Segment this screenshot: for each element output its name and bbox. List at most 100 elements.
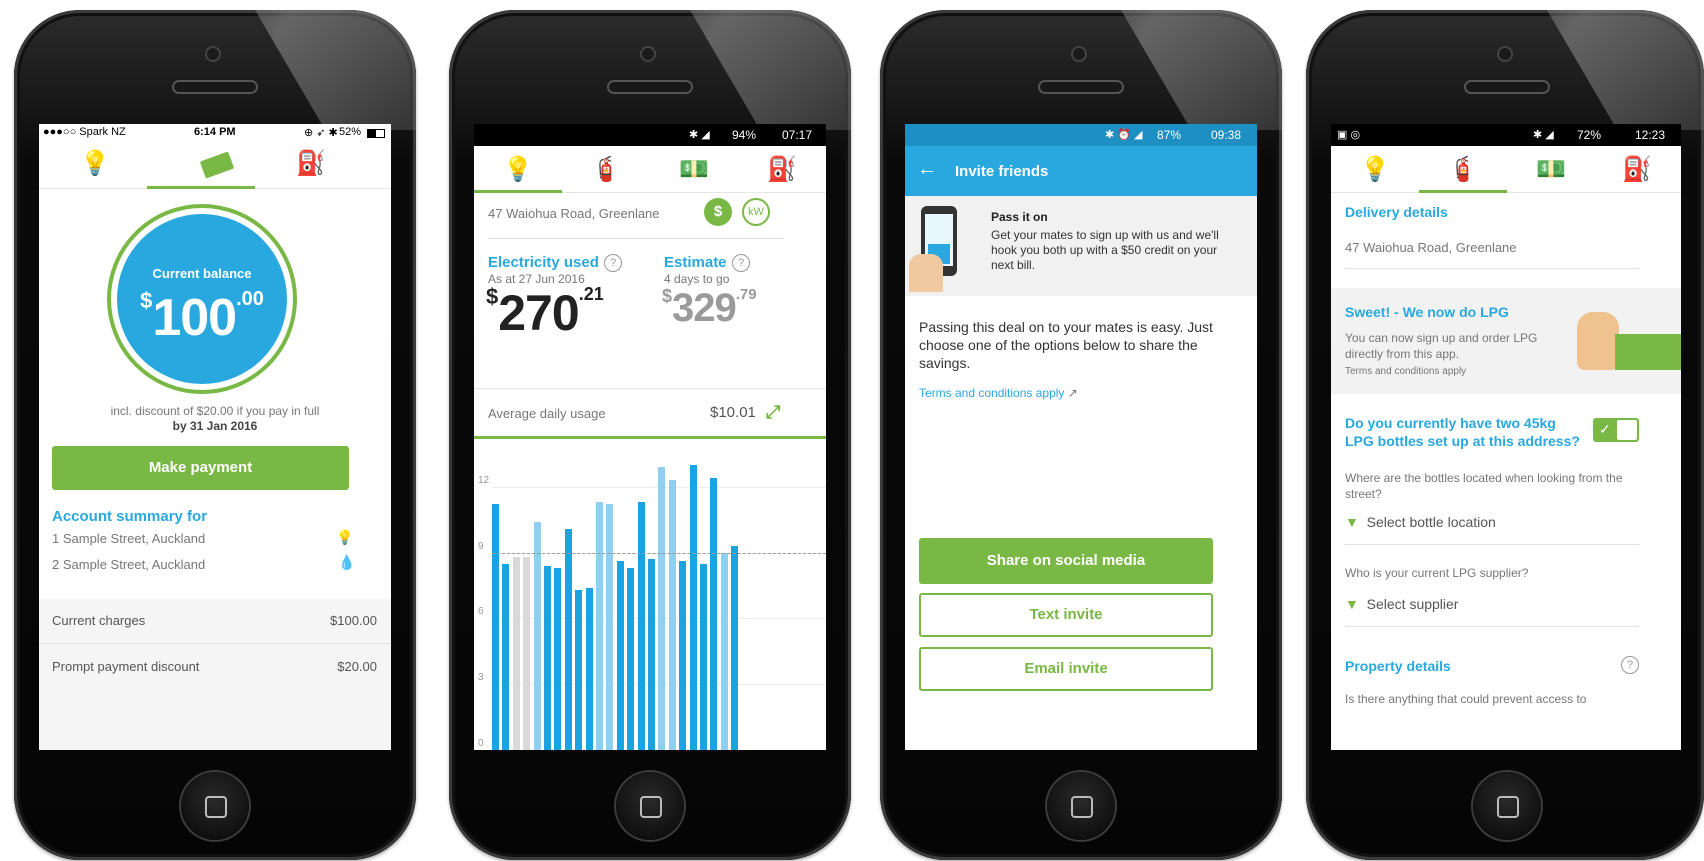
- home-button[interactable]: [1047, 772, 1115, 840]
- screen: ✱ ◢ 94% 07:17 💡 🧯 💵 ⛽ 47 Waiohua Road, G…: [474, 124, 826, 750]
- charges-panel: Current charges $100.00 Prompt payment d…: [39, 599, 391, 750]
- tab-gas[interactable]: ⛽: [1593, 146, 1681, 194]
- status-icons: ⊕ ➶ ✱: [304, 127, 338, 139]
- tab-electricity[interactable]: 💡: [1331, 146, 1419, 194]
- toggle-kw[interactable]: kW: [742, 198, 770, 226]
- usage-bar[interactable]: [564, 528, 572, 750]
- account-summary-title: Account summary for: [52, 508, 208, 525]
- usage-bar[interactable]: [731, 546, 739, 750]
- y-tick-label: 9: [478, 540, 484, 552]
- tab-lpg[interactable]: 🧯: [1419, 146, 1507, 194]
- screen: ✱ ⏰ ◢ 87% 09:38 ← Invite friends Pass it…: [905, 124, 1257, 750]
- share-social-button[interactable]: Share on social media: [919, 538, 1213, 584]
- phone-gloss: [690, 10, 851, 130]
- phone-gloss: [255, 10, 416, 130]
- terms-link[interactable]: Terms and conditions apply ↗: [919, 386, 1078, 400]
- toggle-dollar[interactable]: $: [704, 198, 732, 226]
- text-invite-button[interactable]: Text invite: [919, 593, 1213, 637]
- bulb-icon: 💡: [80, 150, 110, 177]
- electricity-whole: 270: [498, 285, 579, 341]
- usage-bar[interactable]: [512, 557, 520, 750]
- tab-gas[interactable]: ⛽: [267, 140, 355, 188]
- usage-bar[interactable]: [658, 467, 666, 750]
- front-camera: [1073, 48, 1085, 60]
- email-invite-button[interactable]: Email invite: [919, 647, 1213, 691]
- expand-icon[interactable]: ⤢: [766, 402, 780, 423]
- clock: 12:23: [1635, 128, 1666, 142]
- tab-payments[interactable]: [171, 140, 263, 188]
- lpg-promo: Sweet! - We now do LPG You can now sign …: [1331, 288, 1681, 394]
- tab-payments[interactable]: 💵: [1507, 146, 1595, 194]
- usage-bar[interactable]: [606, 504, 614, 750]
- estimate-whole: 329: [672, 286, 737, 330]
- location-select[interactable]: ▼ Select bottle location: [1345, 514, 1496, 530]
- make-payment-button[interactable]: Make payment: [52, 446, 349, 490]
- tab-lpg[interactable]: 🧯: [562, 146, 650, 194]
- status-icons: ✱ ⏰ ◢: [1105, 129, 1143, 141]
- bulb-icon: 💡: [1360, 156, 1390, 183]
- usage-bar[interactable]: [575, 589, 583, 750]
- usage-bar[interactable]: [554, 568, 562, 750]
- usage-bar[interactable]: [689, 464, 697, 750]
- discount-note: incl. discount of $20.00 if you pay in f…: [110, 404, 320, 418]
- back-arrow-icon[interactable]: ←: [917, 158, 937, 181]
- usage-bar[interactable]: [502, 563, 510, 750]
- help-icon[interactable]: ?: [604, 254, 622, 272]
- divider: [1345, 626, 1639, 627]
- lpg-terms[interactable]: Terms and conditions apply: [1345, 366, 1466, 377]
- usage-bar[interactable]: [596, 502, 603, 750]
- front-camera: [207, 48, 219, 60]
- usage-bar[interactable]: [627, 568, 635, 750]
- balance-currency: $: [140, 288, 153, 313]
- electricity-amount: $270.21: [486, 284, 604, 342]
- tab-bar: 💡 🧯 💵 ⛽: [474, 146, 826, 193]
- lpg-toggle[interactable]: ✓: [1593, 418, 1639, 442]
- charge-amount: $20.00: [337, 659, 377, 674]
- active-tab-indicator: [1419, 190, 1507, 193]
- account-address-2[interactable]: 2 Sample Street, Auckland: [52, 557, 205, 572]
- delivery-address: 47 Waiohua Road, Greenlane: [1345, 240, 1517, 255]
- usage-bar[interactable]: [720, 552, 728, 750]
- divider: [488, 238, 784, 239]
- tab-electricity[interactable]: 💡: [474, 146, 562, 194]
- tab-electricity[interactable]: 💡: [51, 140, 139, 188]
- usage-bar[interactable]: [637, 502, 645, 750]
- avg-label: Average daily usage: [488, 406, 606, 421]
- home-button[interactable]: [1473, 772, 1541, 840]
- supplier-select[interactable]: ▼ Select supplier: [1345, 596, 1458, 612]
- help-icon[interactable]: ?: [732, 254, 750, 272]
- toggle-knob: [1617, 420, 1637, 440]
- bulb-icon: 💡: [336, 529, 354, 545]
- divider: [39, 643, 391, 644]
- charge-label: Current charges: [52, 613, 146, 628]
- gas-icon: ⛽: [1622, 156, 1652, 183]
- clock: 6:14 PM: [194, 126, 236, 138]
- usage-bar[interactable]: [700, 563, 707, 750]
- gas-icon: ⛽: [767, 156, 797, 183]
- screen: ▣ ◎ ✱ ◢ 72% 12:23 💡 🧯 💵 ⛽ Delivery detai…: [1331, 124, 1681, 750]
- active-tab-indicator: [147, 186, 255, 189]
- body-text: Passing this deal on to your mates is ea…: [919, 319, 1213, 371]
- usage-bar[interactable]: [668, 480, 676, 750]
- account-address-1[interactable]: 1 Sample Street, Auckland: [52, 531, 205, 546]
- clock: 07:17: [782, 128, 813, 142]
- balance-label: Current balance: [152, 266, 252, 281]
- caret-down-icon: ▼: [1345, 596, 1359, 612]
- tab-payments[interactable]: 💵: [650, 146, 738, 194]
- usage-bar[interactable]: [648, 559, 655, 750]
- home-button[interactable]: [181, 772, 249, 840]
- cash-icon: [199, 151, 235, 179]
- usage-bar[interactable]: [585, 587, 593, 750]
- usage-bar[interactable]: [533, 521, 541, 750]
- tab-gas[interactable]: ⛽: [738, 146, 826, 194]
- help-icon[interactable]: ?: [1621, 656, 1639, 674]
- usage-bar[interactable]: [492, 504, 499, 750]
- home-button[interactable]: [616, 772, 684, 840]
- usage-bar[interactable]: [544, 565, 551, 750]
- balance-amount: $100.00: [117, 288, 287, 348]
- usage-bar[interactable]: [523, 557, 531, 750]
- usage-bar[interactable]: [710, 478, 718, 750]
- usage-bar[interactable]: [679, 561, 687, 750]
- usage-bar[interactable]: [616, 561, 624, 750]
- property-title: Property details: [1345, 658, 1451, 674]
